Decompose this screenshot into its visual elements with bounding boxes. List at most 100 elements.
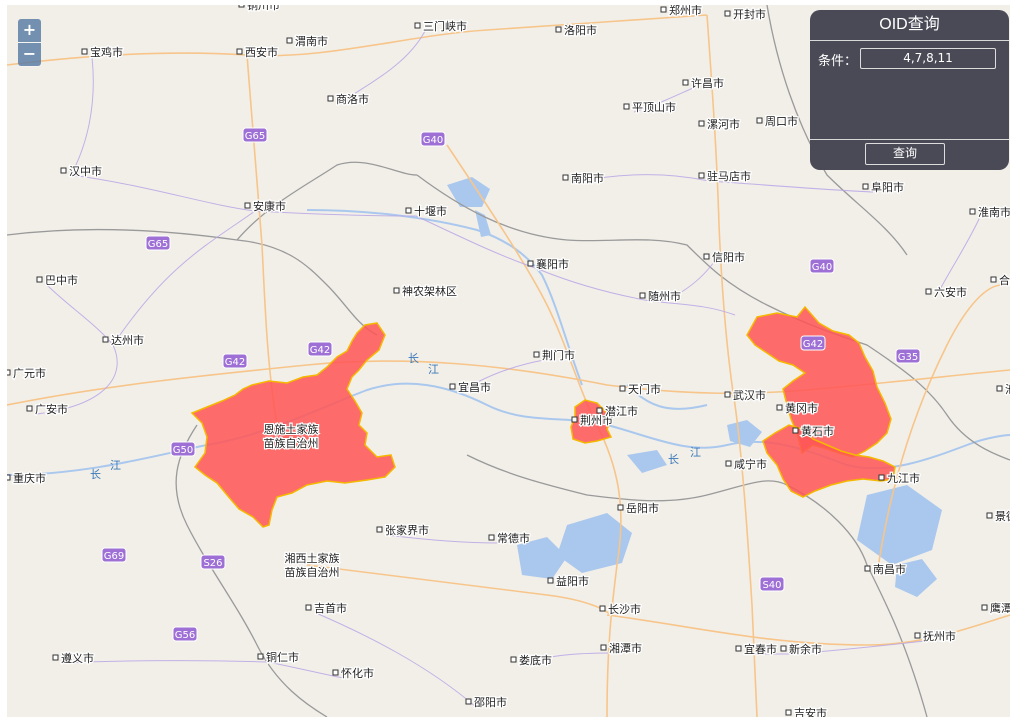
city-name: 新余市 <box>789 642 822 656</box>
city-name: 益阳市 <box>556 574 589 588</box>
city-name: 洛阳市 <box>564 23 597 37</box>
city-marker <box>986 512 993 519</box>
city-name: 合肥市 <box>999 273 1010 287</box>
city-name: 铜仁市 <box>266 650 299 664</box>
city-name: 郑州市 <box>669 5 702 17</box>
city-marker <box>698 120 705 127</box>
city-name: 西安市 <box>245 45 278 59</box>
highway-shield: S40 <box>759 576 785 592</box>
river-label: 长 <box>90 468 101 481</box>
city-name: 黄冈市 <box>785 401 818 415</box>
shield-label: G42 <box>225 357 245 368</box>
query-button[interactable]: 查询 <box>865 143 945 165</box>
city-marker <box>878 474 885 481</box>
city-marker <box>449 383 456 390</box>
city-label: 三门峡市 <box>414 18 468 34</box>
city-label: 平顶山市 <box>623 99 677 115</box>
city-marker <box>236 48 243 55</box>
city-name: 淮南市 <box>978 205 1010 219</box>
city-marker <box>864 565 871 572</box>
city-name: 随州市 <box>648 289 681 303</box>
city-marker <box>244 202 251 209</box>
city-name: 信阳市 <box>712 250 745 264</box>
shield-label: S40 <box>762 580 781 591</box>
zoom-out-button[interactable]: − <box>18 43 41 66</box>
highway-shield: G42 <box>307 341 333 357</box>
city-name: 荆门市 <box>542 348 575 362</box>
city-name: 九江市 <box>887 471 920 485</box>
city-marker <box>405 207 412 214</box>
city-marker <box>7 369 11 376</box>
city-name: 宝鸡市 <box>90 45 123 59</box>
city-marker <box>785 709 792 716</box>
city-marker <box>925 288 932 295</box>
city-label: 恩施土家族 <box>262 421 320 438</box>
oid-query-panel: OID查询 条件： 4,7,8,11 查询 <box>810 10 1009 170</box>
panel-title: OID查询 <box>810 10 1009 41</box>
city-marker <box>7 474 11 481</box>
city-name: 岳阳市 <box>626 501 659 515</box>
city-name: 宜春市 <box>744 642 777 656</box>
city-name: 宜昌市 <box>458 380 491 394</box>
city-marker <box>488 534 495 541</box>
city-name: 咸宁市 <box>734 457 767 471</box>
highway-shield: S26 <box>200 554 226 570</box>
city-name: 十堰市 <box>414 204 447 218</box>
city-marker <box>527 260 534 267</box>
city-name: 漯河市 <box>707 117 740 131</box>
highway-shield: G40 <box>420 131 446 147</box>
city-marker <box>286 37 293 44</box>
city-name: 长沙市 <box>608 602 641 616</box>
highway-shield: G42 <box>800 335 826 351</box>
city-marker <box>555 26 562 33</box>
city-marker <box>914 632 921 639</box>
zoom-in-button[interactable]: + <box>18 19 41 42</box>
river-label: 江 <box>110 459 121 472</box>
highway-shield: G35 <box>895 348 921 364</box>
shield-label: G40 <box>812 262 832 273</box>
city-label: 神农架林区 <box>393 283 458 299</box>
city-name: 汉中市 <box>69 164 102 178</box>
city-name: 遵义市 <box>61 651 94 665</box>
city-marker <box>639 292 646 299</box>
city-name: 常德市 <box>497 531 530 545</box>
highway-shield: G50 <box>170 441 196 457</box>
city-label: 重庆市 <box>7 470 47 486</box>
city-name: 武汉市 <box>733 388 766 402</box>
city-marker <box>510 656 517 663</box>
city-name: 商洛市 <box>336 92 369 106</box>
river-label: 江 <box>690 446 701 459</box>
city-marker <box>969 208 976 215</box>
city-name: 苗族自治州 <box>264 436 319 450</box>
city-name: 抚州市 <box>923 629 956 643</box>
city-marker <box>571 416 578 423</box>
city-name: 池州市 <box>1005 382 1010 396</box>
city-name: 襄阳市 <box>536 257 569 271</box>
condition-input[interactable]: 4,7,8,11 <box>860 48 996 69</box>
city-marker <box>724 10 731 17</box>
city-marker <box>725 460 732 467</box>
shield-label: S26 <box>203 558 222 569</box>
city-marker <box>619 385 626 392</box>
city-marker <box>792 427 799 434</box>
city-marker <box>60 167 67 174</box>
city-marker <box>414 22 421 29</box>
city-name: 神农架林区 <box>402 284 457 298</box>
city-name: 开封市 <box>733 7 766 21</box>
city-marker <box>257 653 264 660</box>
city-name: 安康市 <box>253 199 286 213</box>
shield-label: G40 <box>423 135 443 146</box>
city-marker <box>393 287 400 294</box>
river-label: 长 <box>408 352 419 365</box>
city-name: 渭南市 <box>295 34 328 48</box>
highway-shield: G65 <box>242 127 268 143</box>
city-marker <box>735 645 742 652</box>
city-name: 吉首市 <box>314 601 347 615</box>
city-marker <box>780 645 787 652</box>
shield-label: G50 <box>173 445 193 456</box>
city-name: 鹰潭市 <box>990 601 1010 615</box>
city-marker <box>26 405 33 412</box>
panel-divider <box>810 139 1009 140</box>
city-label: 苗族自治州 <box>283 564 341 581</box>
city-label: 苗族自治州 <box>262 435 320 452</box>
